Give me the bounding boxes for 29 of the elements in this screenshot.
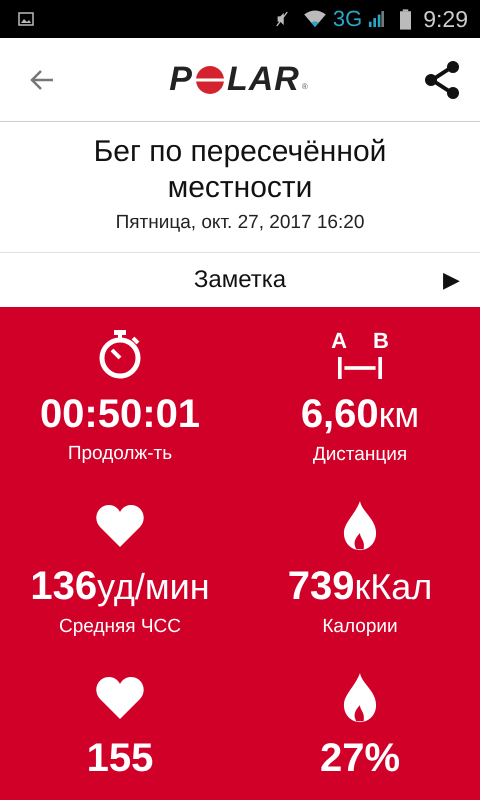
expand-arrow[interactable]: ▶ [443,267,460,293]
activity-date: Пятница, окт. 27, 2017 16:20 [114,212,366,234]
metric-value: 6,60км [300,391,420,438]
distance-icon-letter: A [331,329,347,353]
network-type: 3G [332,6,362,32]
metric-value: 136уд/мин [30,563,210,610]
metric-value: 739кКал [288,563,432,610]
note-row[interactable]: Заметка ▶ [0,253,480,307]
metric-label: Калории [322,616,398,638]
note-label: Заметка [194,266,286,294]
metric-value: 27% [320,735,400,781]
mute-icon [274,10,289,28]
metric-label: Продолж-ть [68,443,172,465]
logo-letter: P [169,60,193,99]
activity-title: Бег по пересечённой местности [92,134,388,206]
logo-letters: LAR [226,60,300,99]
wifi-icon [302,10,327,28]
clock-time: 9:29 [423,6,468,32]
metric-value: 155 [86,735,154,781]
distance-icon-letter: B [373,329,389,353]
metric-value: 00:50:01 [40,391,200,437]
signal-icon [368,11,384,27]
back-arrow-icon[interactable] [29,68,55,90]
image-icon [18,12,34,26]
registered-mark: ® [302,82,308,91]
logo-circle-icon [194,64,225,94]
metric-label: Средняя ЧСС [59,616,181,638]
battery-icon [400,8,412,30]
metric-label: Дистанция [312,444,408,466]
